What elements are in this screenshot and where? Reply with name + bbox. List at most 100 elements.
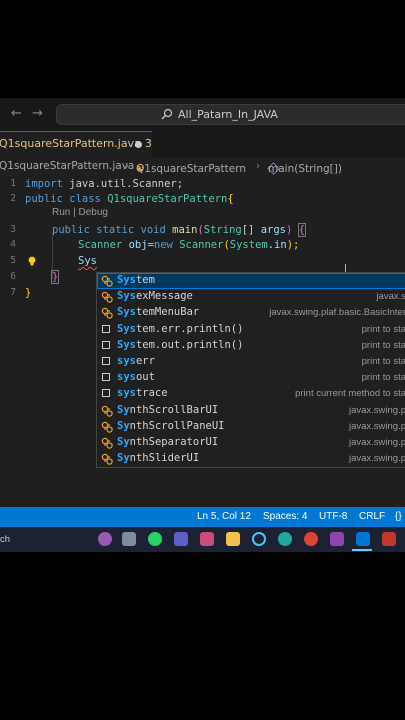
- line-number: 4: [10, 239, 16, 250]
- class-icon: [101, 453, 113, 465]
- suggestion-label: SynthScrollPaneUI: [117, 419, 225, 432]
- suggestion-item[interactable]: System.err.println() print to sta: [97, 322, 405, 338]
- snippet-icon: [102, 373, 110, 382]
- snippet-icon: [102, 389, 110, 398]
- command-center-search[interactable]: All_Patarn_In_JAVA: [56, 104, 405, 125]
- snippet-icon: [102, 324, 110, 333]
- cursor-position[interactable]: Ln 5, Col 12: [197, 511, 251, 522]
- suggestion-item[interactable]: SynthScrollPaneUI javax.swing.p: [97, 419, 405, 435]
- unsaved-dot-icon[interactable]: [135, 141, 142, 148]
- suggestion-detail: javax.swing.plaf.basic.BasicInter: [269, 307, 405, 319]
- chevron-right-icon: ›: [125, 160, 130, 172]
- tab-bar: Q1squareStarPattern.java 3: [0, 131, 405, 157]
- encoding-setting[interactable]: UTF-8: [319, 511, 347, 522]
- suggestion-item[interactable]: System: [97, 273, 405, 289]
- file-explorer-icon[interactable]: [226, 532, 240, 546]
- line-number: 6: [10, 271, 16, 282]
- suggestion-item[interactable]: SynthSliderUI javax.swing.p: [97, 451, 405, 467]
- vscode-screen: ← → All_Patarn_In_JAVA Q1squareStarPatte…: [0, 98, 405, 552]
- suggestion-detail: print to sta: [361, 372, 405, 384]
- suggestion-item[interactable]: systrace print current method to sta: [97, 386, 405, 402]
- suggestion-detail: print to sta: [361, 323, 405, 335]
- suggestion-label: SysexMessage: [117, 290, 193, 303]
- suggestion-label: SynthSeparatorUI: [117, 436, 219, 448]
- class-icon: [101, 308, 113, 320]
- code-line-7: }: [25, 287, 32, 299]
- task-view-icon[interactable]: [122, 532, 136, 546]
- line-number: 7: [10, 287, 16, 298]
- class-icon: [101, 405, 113, 417]
- suggestion-item[interactable]: SynthScrollBarUI javax.swing.p: [97, 403, 405, 419]
- autocomplete-suggest-widget[interactable]: System SysexMessage javax.s SystemMenuBar ja…: [96, 272, 405, 468]
- title-bar: ← → All_Patarn_In_JAVA: [0, 98, 405, 131]
- suggestion-detail: print to sta: [361, 356, 405, 367]
- suggestion-item[interactable]: sysout print to sta: [97, 370, 405, 386]
- snippet-icon: [102, 340, 110, 349]
- suggestion-item[interactable]: SynthSeparatorUI javax.swing.p: [97, 435, 405, 451]
- windows-taskbar: ch: [0, 527, 405, 552]
- back-arrow-icon[interactable]: ←: [11, 106, 22, 121]
- editor-tab[interactable]: Q1squareStarPattern.java 3: [0, 131, 152, 157]
- suggestion-item[interactable]: SystemMenuBar javax.swing.plaf.basic.Basi…: [97, 305, 405, 321]
- indentation-setting[interactable]: Spaces: 4: [263, 511, 307, 522]
- code-line-5: Sys: [78, 255, 97, 267]
- suggestion-detail: javax.swing.p: [348, 453, 405, 465]
- suggestion-item[interactable]: System.out.println() print to sta: [97, 338, 405, 354]
- language-mode[interactable]: {}: [395, 511, 402, 522]
- class-icon: [101, 421, 113, 433]
- code-line-4: Scanner obj=new Scanner(System.in);: [78, 239, 300, 251]
- vscode-icon[interactable]: [356, 532, 370, 546]
- suggestion-detail: javax.swing.p: [348, 437, 405, 448]
- line-number: 3: [10, 224, 16, 235]
- whatsapp-icon[interactable]: [148, 532, 162, 546]
- workspace-name: All_Patarn_In_JAVA: [178, 108, 278, 121]
- breadcrumb-file[interactable]: Q1squareStarPattern.java: [0, 160, 134, 172]
- class-icon: [101, 275, 113, 287]
- suggestion-label: SynthSliderUI: [117, 452, 200, 465]
- code-line-3: public static void main(String[] args) {: [52, 223, 307, 237]
- tab-problem-count: 3: [144, 137, 152, 150]
- teams-icon[interactable]: [174, 532, 188, 546]
- eol-setting[interactable]: CRLF: [359, 511, 385, 522]
- run-debug-codelens[interactable]: Run | Debug: [52, 207, 108, 218]
- line-number: 5: [10, 255, 16, 266]
- store-icon[interactable]: [200, 532, 214, 546]
- taskbar-search-text[interactable]: ch: [0, 534, 10, 545]
- forward-arrow-icon[interactable]: →: [32, 106, 43, 121]
- suggestion-label: sysout: [117, 371, 155, 384]
- search-icon: [161, 108, 173, 120]
- active-app-indicator: [352, 549, 372, 551]
- suggestion-label: System.out.println(): [117, 338, 244, 351]
- app-icon[interactable]: [330, 532, 344, 546]
- code-line-2: public class Q1squareStarPattern{: [25, 193, 234, 205]
- suggestion-item[interactable]: SysexMessage javax.s: [97, 289, 405, 305]
- app-icon[interactable]: [382, 532, 396, 546]
- suggestion-detail: javax.s: [376, 291, 405, 303]
- snippet-icon: [102, 357, 110, 365]
- class-icon: [101, 437, 113, 449]
- suggestion-label: SystemMenuBar: [117, 306, 200, 319]
- line-number: 2: [10, 193, 16, 204]
- suggestion-label: syserr: [117, 355, 155, 367]
- code-line-6: }: [50, 270, 60, 284]
- code-line-1: import java.util.Scanner;: [25, 178, 184, 190]
- lightbulb-icon[interactable]: [27, 256, 37, 266]
- suggestion-label: System: [117, 274, 155, 286]
- copilot-icon[interactable]: [98, 532, 112, 546]
- tab-filename: Q1squareStarPattern.java: [0, 137, 141, 150]
- suggestion-label: SynthScrollBarUI: [117, 403, 219, 416]
- chrome-icon[interactable]: [304, 532, 318, 546]
- suggestion-detail: javax.swing.p: [348, 420, 405, 432]
- suggestion-detail: print to sta: [361, 339, 405, 351]
- suggestion-label: System.err.println(): [117, 322, 244, 335]
- class-icon: [101, 291, 113, 303]
- suggestion-detail: print current method to sta: [295, 388, 405, 400]
- suggestion-label: systrace: [117, 387, 168, 400]
- suggestion-detail: javax.swing.p: [348, 404, 405, 416]
- edge-icon[interactable]: [278, 532, 292, 546]
- cortana-icon[interactable]: [252, 532, 266, 546]
- suggestion-item[interactable]: syserr print to sta: [97, 354, 405, 370]
- status-bar: Ln 5, Col 12 Spaces: 4 UTF-8 CRLF {}: [0, 507, 405, 527]
- chevron-right-icon: ›: [256, 160, 261, 172]
- line-number: 1: [10, 178, 16, 189]
